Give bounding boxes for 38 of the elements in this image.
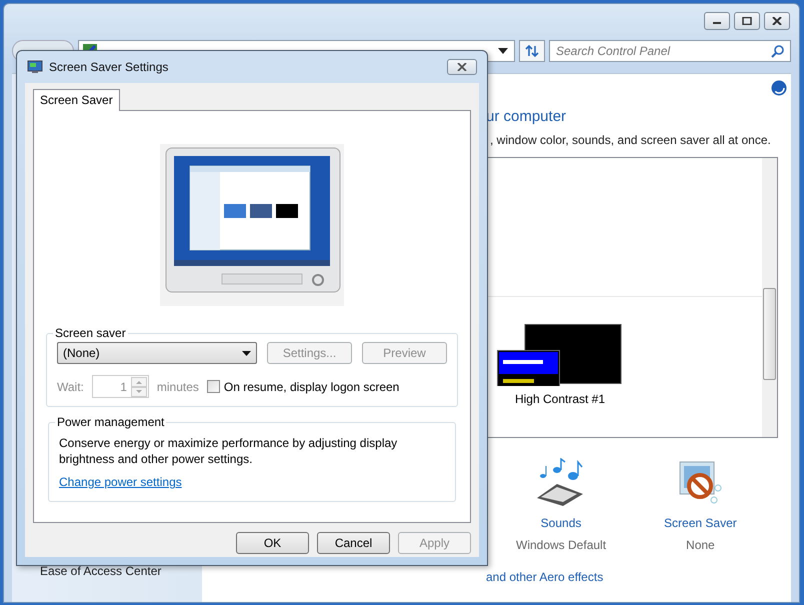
dropdown-caret-icon xyxy=(242,350,251,356)
group-label: Power management xyxy=(56,415,166,429)
refresh-icon xyxy=(525,44,539,58)
scroll-thumb[interactable] xyxy=(763,288,776,380)
group-label: Screen saver xyxy=(54,326,127,340)
minimize-button[interactable] xyxy=(704,12,730,30)
screen-saver-dropdown[interactable]: (None) xyxy=(57,342,257,364)
theme-thumbnail[interactable] xyxy=(497,324,623,386)
setting-value: Windows Default xyxy=(516,538,606,552)
dialog-button[interactable]: Cancel xyxy=(317,532,390,554)
dialog-title: Screen Saver Settings xyxy=(49,60,170,74)
checkbox-label[interactable]: On resume, display logon screen xyxy=(224,380,400,394)
close-icon xyxy=(772,17,782,25)
setting-link[interactable]: Screen Saver xyxy=(664,516,737,530)
setting-link[interactable]: Sounds xyxy=(540,516,582,530)
close-icon xyxy=(457,63,467,71)
dialog-button[interactable]: OK xyxy=(236,532,309,554)
aero-troubleshoot-link[interactable]: and other Aero effects xyxy=(486,570,604,584)
tab[interactable]: Screen Saver xyxy=(33,89,120,111)
search-field[interactable]: Search Control Panel xyxy=(549,40,791,62)
minutes-label: minutes xyxy=(156,380,199,394)
setting-value: None xyxy=(686,538,715,552)
wait-label: Wait: xyxy=(57,380,84,394)
checkbox[interactable] xyxy=(206,380,220,393)
maximize-button[interactable] xyxy=(734,12,760,30)
maximize-icon xyxy=(742,17,752,25)
close-button[interactable] xyxy=(447,59,477,75)
search-icon xyxy=(771,44,785,58)
page-description: , window color, sounds, and screen saver all at once. xyxy=(490,133,772,147)
theme-label[interactable]: High Contrast #1 xyxy=(514,392,606,406)
change-power-settings-link[interactable]: Change power settings xyxy=(59,475,182,489)
sidebar-link[interactable]: Ease of Access Center xyxy=(40,564,202,578)
scrollbar[interactable] xyxy=(762,158,777,437)
close-button[interactable] xyxy=(764,12,790,30)
refresh-button[interactable] xyxy=(519,40,545,62)
monitor-icon xyxy=(27,60,43,74)
dropdown-caret-icon[interactable] xyxy=(498,48,508,54)
power-description: Conserve energy or maximize performance by adjusting display brightness and other power settings. xyxy=(59,435,398,467)
